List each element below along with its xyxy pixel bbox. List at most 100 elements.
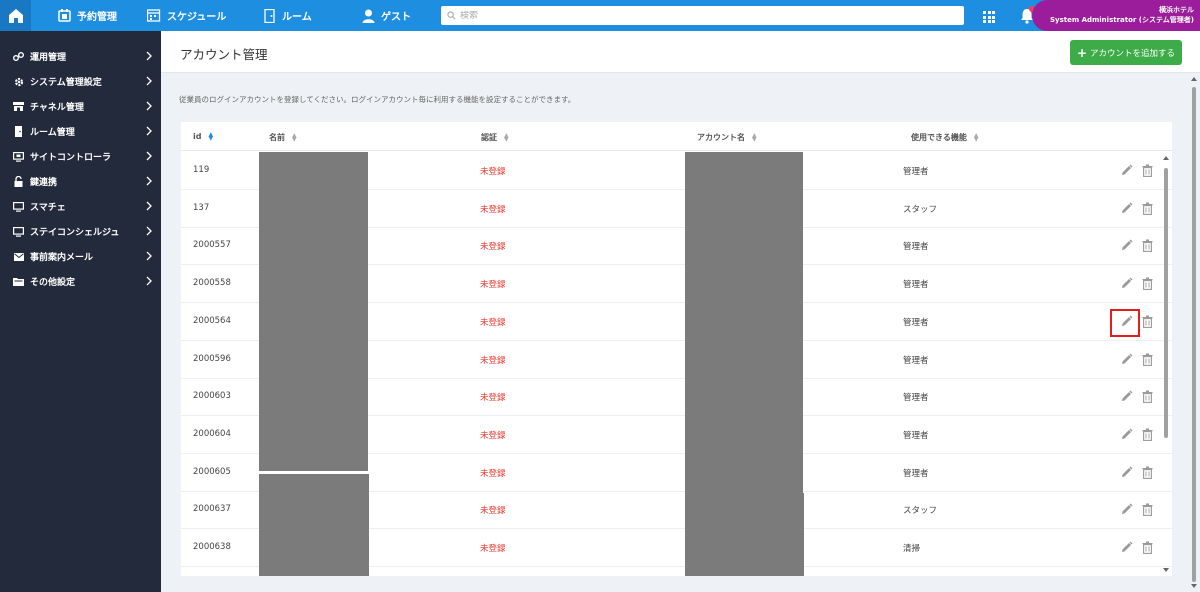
chevron-right-icon [146, 251, 152, 261]
scroll-up-arrow-icon[interactable] [1191, 77, 1197, 81]
trash-icon[interactable] [1141, 277, 1154, 291]
search-box[interactable] [441, 6, 964, 25]
schedule-icon [147, 9, 161, 23]
scroll-down-arrow-icon[interactable] [1191, 584, 1197, 588]
add-account-button[interactable]: + アカウントを追加する [1070, 40, 1182, 65]
room-icon [13, 126, 24, 137]
chevron-right-icon [146, 151, 152, 161]
edit-icon[interactable] [1120, 466, 1133, 479]
edit-icon[interactable] [1120, 202, 1133, 215]
cell-features: 清掃 [903, 544, 921, 554]
cell-features: 管理者 [903, 317, 929, 328]
column-header-id[interactable]: id ▲ ▼ [193, 130, 214, 142]
chevron-right-icon [146, 276, 152, 286]
column-header-auth[interactable]: 認証 ▲ ▼ [481, 132, 509, 143]
sidebar-item-label: その他設定 [30, 278, 76, 288]
trash-icon[interactable] [1141, 353, 1154, 366]
operations-icon [13, 51, 24, 62]
edit-icon[interactable] [1120, 277, 1133, 290]
table-scrollbar-thumb[interactable] [1164, 168, 1168, 438]
edit-icon[interactable] [1120, 239, 1133, 252]
edit-icon[interactable] [1120, 428, 1133, 441]
nav-schedule[interactable]: スケジュール [147, 0, 226, 31]
column-label: アカウント名 [697, 133, 745, 142]
redacted-account-name-block [685, 493, 804, 576]
sidebar-item-site-controller[interactable]: サイトコントローラ [0, 144, 161, 169]
table-scrollbar[interactable] [1160, 154, 1172, 576]
trash-icon[interactable] [1141, 164, 1154, 177]
sidebar-item-stay-concierge[interactable]: ステイコンシェルジュ [0, 219, 161, 244]
nav-reservations[interactable]: 予約管理 [57, 0, 117, 31]
edit-icon[interactable] [1120, 390, 1133, 403]
user-account-menu[interactable]: 横浜ホテル System Administrator (システム管理者) [1032, 0, 1200, 31]
trash-icon[interactable] [1141, 466, 1154, 479]
cell-id: 119 [193, 165, 210, 175]
cell-auth-status: 未登録 [480, 544, 506, 554]
edit-icon[interactable] [1120, 353, 1133, 366]
cell-id: 2000605 [193, 466, 231, 477]
page-scrollbar-thumb[interactable] [1192, 87, 1196, 582]
home-icon [8, 8, 23, 23]
column-header-account-name[interactable]: アカウント名 ▲ ▼ [697, 132, 757, 143]
sidebar-item-label: 運用管理 [30, 53, 67, 63]
cell-features: 管理者 [903, 242, 929, 253]
chevron-right-icon [146, 176, 152, 186]
cell-auth-status: 未登録 [480, 355, 506, 366]
sort-icon: ▲ ▼ [208, 130, 214, 142]
sidebar-item-system-settings[interactable]: システム管理設定 [0, 69, 161, 94]
chevron-right-icon [146, 101, 152, 111]
cell-auth-status: 未登録 [480, 167, 506, 177]
column-label: 名前 [269, 133, 285, 142]
apps-grid-icon[interactable] [983, 11, 995, 23]
user-name: System Administrator (システム管理者) [1049, 16, 1194, 24]
sidebar-item-label: スマチェ [30, 203, 66, 213]
cell-features: 管理者 [903, 167, 929, 177]
scroll-up-arrow-icon[interactable] [1163, 156, 1169, 160]
edit-icon[interactable] [1120, 503, 1133, 516]
sidebar-item-operations[interactable]: 運用管理 [0, 44, 161, 69]
sidebar-item-label: 鍵連携 [30, 178, 58, 188]
cell-id: 2000604 [193, 428, 231, 439]
home-button[interactable] [0, 0, 31, 31]
edit-icon[interactable] [1120, 541, 1133, 554]
trash-icon[interactable] [1141, 541, 1154, 554]
nav-guest[interactable]: ゲスト [361, 0, 411, 31]
top-navigation-bar: 予約管理 スケジュール ルーム ゲスト 横浜ホテル System Adminis… [0, 0, 1200, 31]
nav-room[interactable]: ルーム [262, 0, 312, 31]
cell-id: 2000603 [193, 391, 231, 402]
column-label: 使用できる機能 [911, 133, 967, 142]
trash-icon[interactable] [1141, 390, 1154, 404]
cell-auth-status: 未登録 [480, 506, 506, 517]
trash-icon[interactable] [1141, 315, 1154, 328]
cell-id: 2000557 [193, 240, 231, 251]
trash-icon[interactable] [1141, 202, 1154, 215]
sidebar-item-pre-arrival-mail[interactable]: 事前案内メール [0, 244, 161, 269]
cell-id: 137 [193, 202, 210, 213]
scroll-down-arrow-icon[interactable] [1163, 568, 1169, 572]
column-header-name[interactable]: 名前 ▲ ▼ [269, 132, 297, 143]
sidebar-item-smache[interactable]: スマチェ [0, 194, 161, 219]
site-controller-icon [13, 151, 24, 162]
column-header-features[interactable]: 使用できる機能 ▲ ▼ [911, 132, 978, 143]
sidebar-item-other-settings[interactable]: その他設定 [0, 269, 161, 294]
sidebar-item-label: サイトコントローラ [30, 153, 112, 163]
column-label: 認証 [481, 133, 497, 142]
hotel-name: 横浜ホテル [1159, 6, 1194, 14]
search-input[interactable] [460, 10, 940, 21]
edit-icon-highlight-box [1110, 308, 1140, 337]
trash-icon[interactable] [1141, 503, 1154, 517]
edit-icon[interactable] [1120, 164, 1133, 177]
sidebar-item-channel[interactable]: チャネル管理 [0, 94, 161, 119]
cell-id: 2000564 [193, 315, 231, 326]
cell-features: 管理者 [903, 355, 929, 366]
page-scrollbar[interactable] [1188, 75, 1200, 592]
trash-icon[interactable] [1141, 239, 1154, 253]
sidebar-item-room[interactable]: ルーム管理 [0, 119, 161, 144]
redacted-name-block [259, 474, 369, 576]
trash-icon[interactable] [1141, 428, 1154, 441]
cell-id: 2000638 [193, 542, 231, 552]
sidebar-item-label: チャネル管理 [30, 103, 84, 113]
sidebar-item-label: ステイコンシェルジュ [30, 228, 120, 238]
calendar-icon [57, 9, 71, 23]
sidebar-item-key-integration[interactable]: 鍵連携 [0, 169, 161, 194]
